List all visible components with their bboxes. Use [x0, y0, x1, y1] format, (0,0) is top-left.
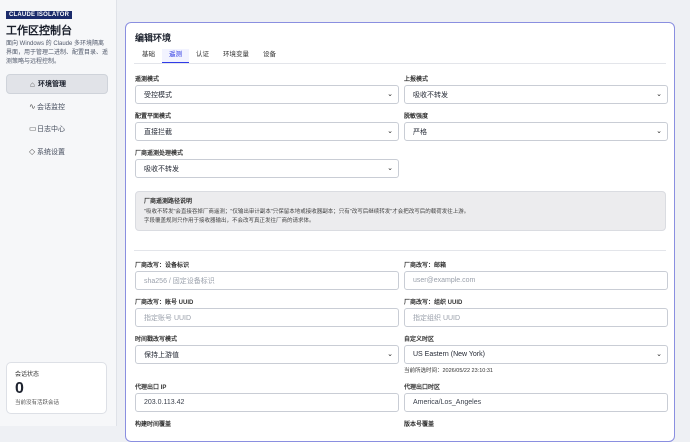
- section-divider: [134, 250, 666, 251]
- sidebar-item-settings[interactable]: ◇ 系统设置: [6, 142, 108, 162]
- desensitize-value: 严格: [413, 128, 427, 136]
- org-uuid-placeholder: 指定组织 UUID: [413, 314, 461, 322]
- version-label: 版本号覆盖: [404, 422, 435, 428]
- info-line-1: "吸收不转发"会直接吞掉厂商遥测；"仅输出审计副本"只保留本地或接收器副本；只有…: [144, 209, 470, 215]
- session-status-title: 会话状态: [15, 372, 40, 378]
- document-icon: ▭: [29, 124, 37, 133]
- chevron-down-icon: ⌄: [656, 91, 662, 98]
- egress-ip-value: 203.0.113.42: [144, 399, 185, 406]
- telemetry-path-info: 厂商遥测路径说明 "吸收不转发"会直接吞掉厂商遥测；"仅输出审计副本"只保留本地…: [135, 191, 666, 231]
- device-id-input[interactable]: sha256 / 固定设备标识: [135, 271, 399, 290]
- brand-logo: CLAUDE ISOLATOR: [6, 11, 73, 19]
- time-mode-select[interactable]: 保持上游值 ⌄: [135, 345, 399, 364]
- vendor-telemetry-value: 吸收不转发: [144, 165, 179, 173]
- tab-divider: [134, 63, 666, 64]
- org-uuid-label: 厂商改写：组织 UUID: [404, 300, 463, 306]
- config-plane-select[interactable]: 直接拦截 ⌄: [135, 122, 399, 141]
- session-status-subtitle: 当前没有活跃会话: [15, 400, 60, 406]
- config-plane-value: 直接拦截: [144, 128, 172, 136]
- time-mode-label: 时间戳改写模式: [135, 337, 178, 343]
- sidebar-item-label: 系统设置: [37, 148, 65, 156]
- upload-mode-label: 上报模式: [404, 77, 429, 83]
- sidebar-item-logs[interactable]: ▭ 日志中心: [6, 119, 108, 139]
- egress-ip-input[interactable]: 203.0.113.42: [135, 393, 399, 412]
- tab-auth[interactable]: 认证: [189, 49, 216, 64]
- telemetry-mode-select[interactable]: 受控模式 ⌄: [135, 85, 399, 104]
- info-line-2: 字段覆盖规则只作用于接收器输出，不会改写真正发往厂商的请求体。: [144, 218, 315, 224]
- pulse-icon: ∿: [29, 101, 36, 111]
- config-plane-label: 配置平面模式: [135, 114, 172, 120]
- sidebar-item-environments[interactable]: ⌂ 环境管理: [6, 74, 108, 94]
- sidebar-item-sessions[interactable]: ∿ 会话监控: [6, 97, 108, 117]
- chevron-down-icon: ⌄: [656, 351, 662, 358]
- telemetry-mode-label: 遥测模式: [135, 77, 160, 83]
- chevron-down-icon: ⌄: [656, 128, 662, 135]
- sidebar: CLAUDE ISOLATOR 工作区控制台 面向 Windows 的 Clau…: [0, 0, 117, 426]
- egress-tz-label: 代理出口时区: [404, 385, 441, 391]
- timezone-label: 自定义时区: [404, 337, 435, 343]
- upload-mode-select[interactable]: 吸收不转发 ⌄: [404, 85, 668, 104]
- panel-title: 编辑环境: [135, 33, 172, 43]
- email-label: 厂商改写：邮箱: [404, 263, 447, 269]
- tab-device[interactable]: 设备: [256, 49, 283, 64]
- timezone-select[interactable]: US Eastern (New York) ⌄: [404, 345, 668, 364]
- tab-bar: 基础 遥测 认证 环境变量 设备: [135, 49, 283, 64]
- tab-basic[interactable]: 基础: [135, 49, 162, 64]
- vendor-telemetry-select[interactable]: 吸收不转发 ⌄: [135, 159, 399, 178]
- chevron-down-icon: ⌄: [387, 351, 393, 358]
- desensitize-label: 脱敏强度: [404, 114, 429, 120]
- account-uuid-input[interactable]: 指定账号 UUID: [135, 308, 399, 327]
- tab-telemetry[interactable]: 遥测: [162, 49, 189, 64]
- app-description: 面向 Windows 的 Claude 多环境隔离界面，用于管理二进制、配置目录…: [6, 41, 109, 65]
- email-placeholder: user@example.com: [413, 277, 476, 284]
- telemetry-mode-value: 受控模式: [144, 91, 172, 99]
- timezone-value: US Eastern (New York): [413, 351, 485, 358]
- sidebar-item-label: 会话监控: [37, 103, 65, 111]
- egress-ip-label: 代理出口 IP: [135, 385, 167, 391]
- session-count: 0: [15, 380, 24, 397]
- email-input[interactable]: user@example.com: [404, 271, 668, 290]
- gear-icon: ◇: [29, 146, 36, 156]
- current-time-note: 当前所选时间：2026/05/22 23:10:31: [404, 368, 493, 374]
- vendor-telemetry-label: 厂商遥测处理模式: [135, 151, 184, 157]
- egress-tz-value: America/Los_Angeles: [413, 399, 482, 406]
- account-uuid-placeholder: 指定账号 UUID: [144, 314, 192, 322]
- app-title: 工作区控制台: [6, 25, 72, 37]
- account-uuid-label: 厂商改写：账号 UUID: [135, 300, 194, 306]
- sidebar-nav: ⌂ 环境管理 ∿ 会话监控 ▭ 日志中心 ◇ 系统设置: [6, 74, 108, 164]
- tab-env-vars[interactable]: 环境变量: [216, 49, 256, 64]
- sidebar-item-label: 日志中心: [37, 126, 65, 133]
- egress-tz-input[interactable]: America/Los_Angeles: [404, 393, 668, 412]
- home-icon: ⌂: [30, 80, 35, 89]
- chevron-down-icon: ⌄: [387, 165, 393, 172]
- info-title: 厂商遥测路径说明: [144, 199, 193, 205]
- device-id-label: 厂商改写：设备标识: [135, 263, 190, 269]
- org-uuid-input[interactable]: 指定组织 UUID: [404, 308, 668, 327]
- sidebar-item-label: 环境管理: [38, 81, 66, 88]
- upload-mode-value: 吸收不转发: [413, 91, 448, 99]
- time-mode-value: 保持上游值: [144, 351, 179, 359]
- chevron-down-icon: ⌄: [387, 91, 393, 98]
- chevron-down-icon: ⌄: [387, 128, 393, 135]
- device-id-placeholder: sha256 / 固定设备标识: [144, 277, 215, 285]
- edit-environment-panel: 编辑环境 基础 遥测 认证 环境变量 设备 遥测模式 受控模式 ⌄ 上报模式 吸…: [125, 22, 675, 442]
- session-status-card: 会话状态 0 当前没有活跃会话: [6, 362, 107, 414]
- desensitize-select[interactable]: 严格 ⌄: [404, 122, 668, 141]
- build-time-label: 构建时间覆盖: [135, 422, 172, 428]
